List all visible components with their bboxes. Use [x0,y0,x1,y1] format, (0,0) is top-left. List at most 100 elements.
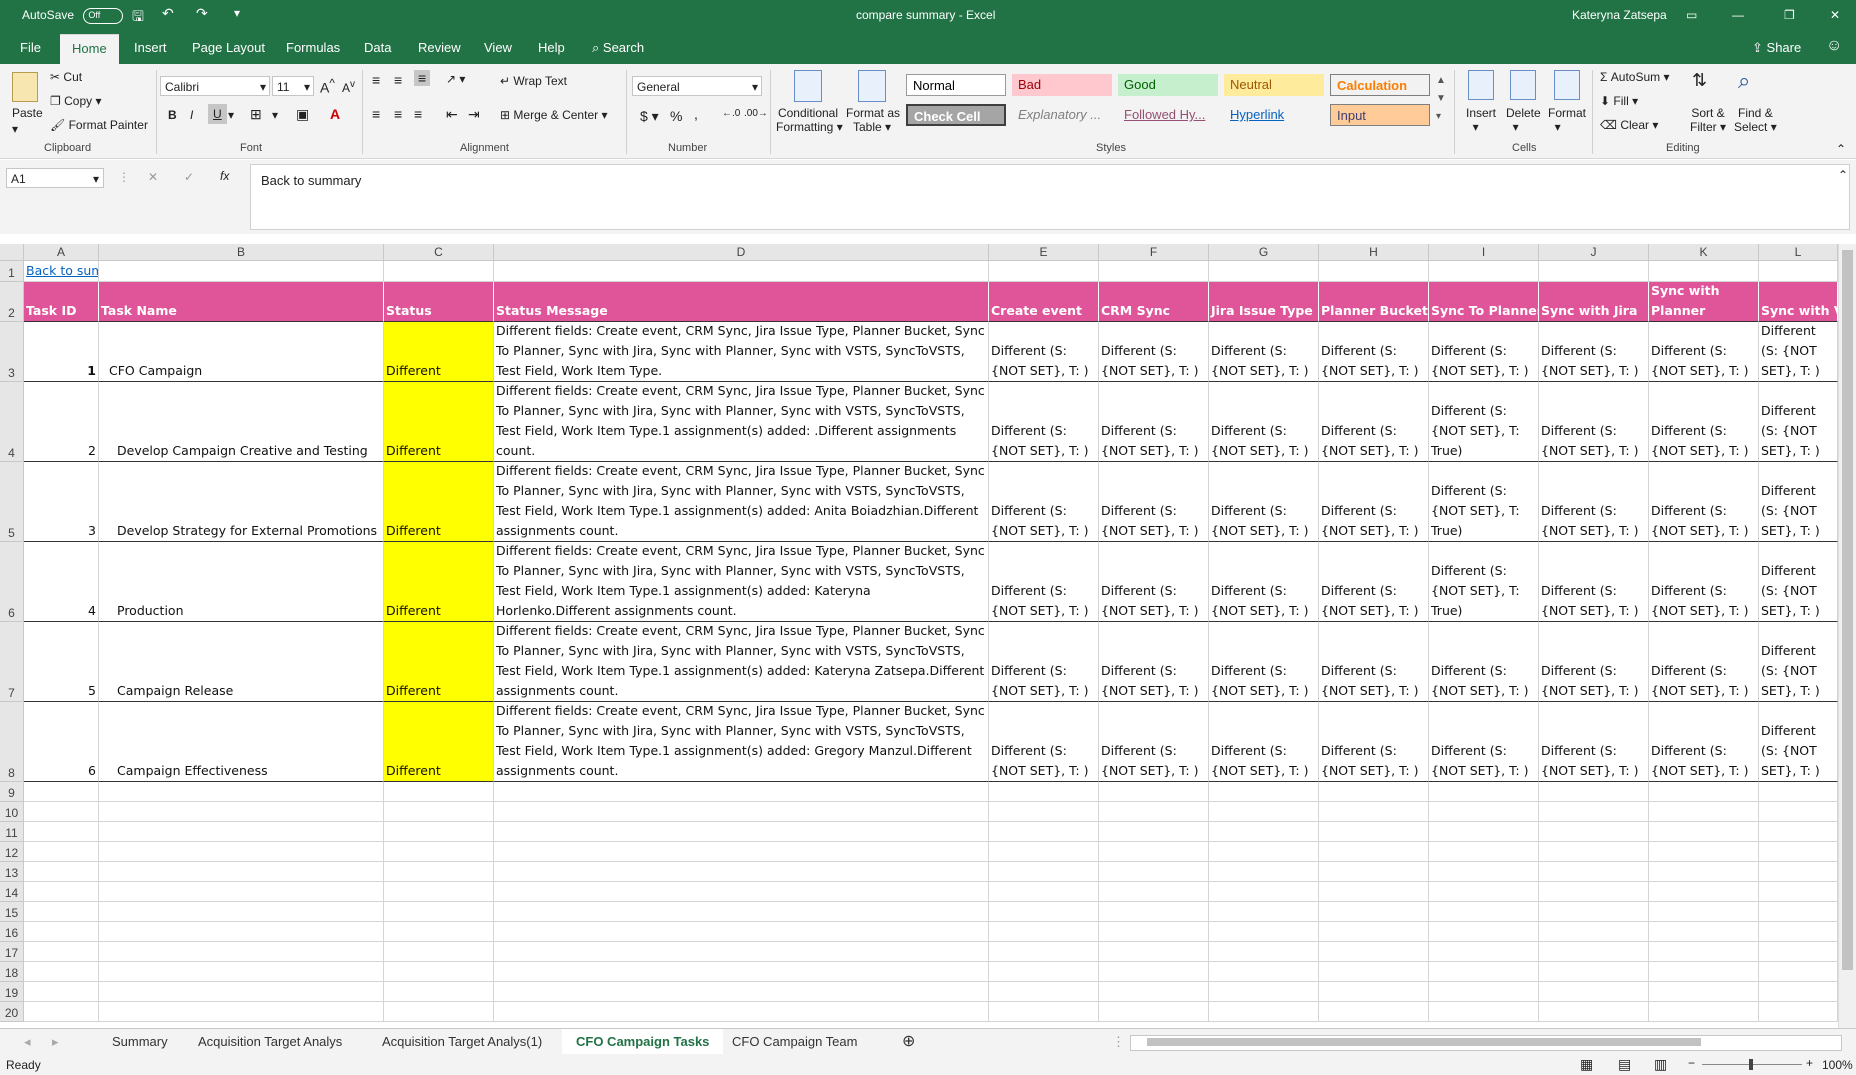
sheet-tab-cfo-campaign-team[interactable]: CFO Campaign Team [732,1034,857,1049]
field-diff-cell[interactable]: Different (S: {NOT SET}, T: ) [1429,702,1539,782]
cell[interactable] [24,1002,99,1022]
insert-cells-button[interactable]: Insert ▾ [1466,106,1496,134]
copy-button[interactable]: ❐ Copy ▾ [50,94,101,108]
field-diff-cell[interactable]: Different (S: {NOT SET}, T: ) [1099,322,1209,382]
cell[interactable] [1649,842,1759,862]
cell[interactable] [989,261,1099,282]
column-header-b[interactable]: B [99,244,384,261]
cell[interactable] [989,922,1099,942]
cell[interactable] [494,982,989,1002]
sheet-tab-summary[interactable]: Summary [112,1034,168,1049]
align-right-icon[interactable]: ≡ [414,106,422,122]
field-diff-cell[interactable]: Different (S: {NOT SET}, T: True) [1429,462,1539,542]
cell[interactable] [384,802,494,822]
field-diff-cell[interactable]: Different (S: {NOT SET}, T: ) [1099,622,1209,702]
cell[interactable] [1209,261,1319,282]
cell[interactable] [1319,802,1429,822]
style-normal[interactable]: Normal [906,74,1006,96]
status-cell[interactable]: Different [384,322,494,382]
cell[interactable] [989,782,1099,802]
cell[interactable] [1429,802,1539,822]
status-message-cell[interactable]: Different fields: Create event, CRM Sync… [494,322,989,382]
status-cell[interactable]: Different [384,542,494,622]
cell[interactable] [1209,922,1319,942]
cell[interactable] [384,862,494,882]
cell[interactable] [1209,802,1319,822]
cell[interactable] [24,842,99,862]
row-header-15[interactable]: 15 [0,902,24,922]
tab-help[interactable]: Help [538,40,565,55]
field-diff-cell[interactable]: Different (S: {NOT SET}, T: ) [989,462,1099,542]
cell[interactable] [1099,802,1209,822]
cell[interactable] [1209,842,1319,862]
cell[interactable] [1759,261,1838,282]
align-center-icon[interactable]: ≡ [394,106,402,122]
format-cells-icon[interactable] [1554,70,1580,100]
maximize-icon[interactable]: ❐ [1784,8,1795,22]
style-check-cell[interactable]: Check Cell [906,104,1006,126]
cell[interactable] [1319,842,1429,862]
cell[interactable] [1319,822,1429,842]
cell[interactable] [989,842,1099,862]
format-as-table-icon[interactable] [858,70,886,102]
cell[interactable] [1209,962,1319,982]
cell[interactable] [494,822,989,842]
normal-view-icon[interactable]: ▦ [1580,1056,1593,1073]
horizontal-scrollbar[interactable] [1130,1035,1842,1051]
field-diff-cell[interactable]: Different (S: {NOT SET}, T: ) [1319,622,1429,702]
clear-button[interactable]: ⌫ Clear ▾ [1600,118,1658,132]
style-bad[interactable]: Bad [1012,74,1112,96]
ribbon-display-icon[interactable]: ▭ [1686,8,1697,22]
header-cell[interactable]: Jira Issue Type [1209,282,1319,322]
header-cell[interactable]: Status Message [494,282,989,322]
cell[interactable] [1209,782,1319,802]
cell[interactable] [1429,862,1539,882]
cell[interactable] [384,822,494,842]
field-diff-cell[interactable]: Different (S: {NOT SET}, T: ) [1319,542,1429,622]
cell[interactable] [494,782,989,802]
align-middle-icon[interactable]: ≡ [394,72,402,88]
field-diff-cell[interactable]: Different (S: {NOT SET}, T: ) [1539,622,1649,702]
cell[interactable] [1099,261,1209,282]
status-message-cell[interactable]: Different fields: Create event, CRM Sync… [494,622,989,702]
cell[interactable] [1759,922,1838,942]
field-diff-cell[interactable]: Different (S: {NOT SET}, T: ) [1649,382,1759,462]
collapse-ribbon-icon[interactable]: ⌃ [1836,142,1846,156]
field-diff-cell[interactable]: Different (S: {NOT SET}, T: ) [1759,702,1838,782]
cell[interactable] [989,1002,1099,1022]
cell[interactable] [494,962,989,982]
field-diff-cell[interactable]: Different (S: {NOT SET}, T: ) [1209,622,1319,702]
cell[interactable] [99,822,384,842]
borders-icon[interactable]: ⊞ [250,106,262,123]
style-hyperlink[interactable]: Hyperlink [1224,104,1324,126]
cell[interactable] [1649,802,1759,822]
field-diff-cell[interactable]: Different (S: {NOT SET}, T: ) [989,542,1099,622]
tab-split-icon[interactable]: ⋮ [1112,1034,1125,1050]
row-header-5[interactable]: 5 [0,462,24,542]
column-header-c[interactable]: C [384,244,494,261]
autosum-button[interactable]: Σ AutoSum ▾ [1600,70,1669,84]
font-size-select[interactable]: 11 ▾ [272,76,314,96]
field-diff-cell[interactable]: Different (S: {NOT SET}, T: ) [1319,702,1429,782]
increase-decimal-icon[interactable]: ←.0 [722,108,740,119]
styles-scroll-icon[interactable]: ▲ ▼ ▾ [1436,72,1446,126]
header-cell[interactable]: Task ID [24,282,99,322]
status-cell[interactable]: Different [384,382,494,462]
paste-button[interactable]: Paste [12,106,43,120]
cell[interactable] [99,922,384,942]
field-diff-cell[interactable]: Different (S: {NOT SET}, T: ) [1209,382,1319,462]
field-diff-cell[interactable]: Different (S: {NOT SET}, T: ) [1099,462,1209,542]
cell[interactable] [1099,902,1209,922]
cell[interactable] [1429,882,1539,902]
row-header-19[interactable]: 19 [0,982,24,1002]
insert-cells-icon[interactable] [1468,70,1494,100]
style-neutral[interactable]: Neutral [1224,74,1324,96]
cell[interactable] [1099,822,1209,842]
cell[interactable] [384,962,494,982]
cell[interactable] [384,261,494,282]
sort-filter-button[interactable]: Sort & Filter ▾ [1690,106,1726,134]
cell[interactable] [494,1002,989,1022]
cell[interactable] [1319,902,1429,922]
cell[interactable] [494,261,989,282]
row-header-17[interactable]: 17 [0,942,24,962]
